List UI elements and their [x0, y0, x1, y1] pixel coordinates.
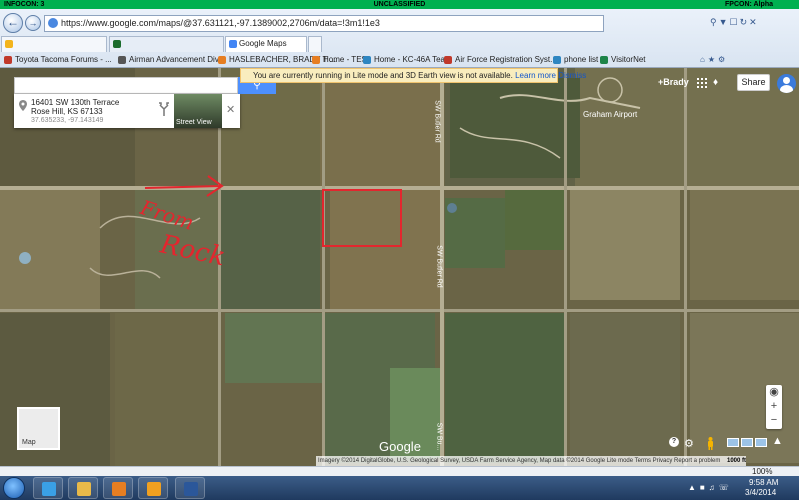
back-button[interactable]: ← [3, 13, 23, 33]
imagery-thumbnails-icon[interactable] [727, 438, 769, 447]
new-tab-button[interactable] [308, 36, 322, 52]
location-pin-icon [19, 100, 27, 111]
url-text: https://www.google.com/maps/@37.631121,-… [61, 18, 380, 28]
bookmark-icon [312, 56, 320, 64]
bookmark-icon [444, 56, 452, 64]
place-info-card[interactable]: 16401 SW 130th Terrace Rose Hill, KS 671… [14, 94, 240, 128]
classification-label: UNCLASSIFIED [373, 1, 426, 8]
explorer-taskbar-button[interactable] [68, 477, 98, 499]
road-label: SW Butler Rd [433, 100, 441, 143]
command-bar[interactable]: ⌂★⚙ [700, 53, 728, 67]
address-bar[interactable]: https://www.google.com/maps/@37.631121,-… [44, 15, 604, 32]
tab-google-maps[interactable]: Google Maps [225, 36, 307, 52]
bookmark-item[interactable]: Airman Advancement Div... [118, 53, 225, 67]
page-icon [5, 40, 13, 48]
road-label: SW Bu... [435, 422, 443, 451]
bookmark-icon [600, 56, 608, 64]
bookmark-item[interactable]: Home - KC-46A Team [363, 53, 452, 67]
pegman-icon[interactable] [706, 437, 715, 450]
my-location-icon[interactable]: ◉ [766, 385, 782, 399]
start-button[interactable] [3, 477, 25, 499]
close-icon[interactable]: ✕ [226, 103, 235, 116]
system-tray-icons[interactable]: ▲■♫☏ [688, 483, 733, 492]
google-logo: Google [379, 439, 421, 454]
portal-icon [113, 40, 121, 48]
internet-explorer-taskbar-button[interactable] [33, 477, 63, 499]
airport-label: Graham Airport [583, 110, 638, 119]
dismiss-link[interactable]: Dismiss [558, 71, 586, 80]
street-view-label: Street View [176, 119, 212, 126]
outlook-taskbar-button[interactable] [138, 477, 168, 499]
bookmark-icon [118, 56, 126, 64]
fpcon-label: FPCON: Alpha [725, 1, 773, 8]
address-line-2: Rose Hill, KS 67133 [31, 107, 103, 116]
clock-time[interactable]: 9:58 AM [749, 478, 778, 487]
windows-taskbar: ▲■♫☏ 9:58 AM 3/4/2014 [0, 476, 799, 500]
word-taskbar-button[interactable] [175, 477, 205, 499]
bookmark-item[interactable]: phone list [553, 53, 598, 67]
street-view-thumbnail[interactable]: Street View [174, 94, 222, 128]
lite-mode-banner: You are currently running in Lite mode a… [240, 68, 586, 83]
media-player-taskbar-button[interactable] [103, 477, 133, 499]
bookmark-icon [218, 56, 226, 64]
map-view-toggle[interactable]: Map [17, 407, 60, 450]
zoom-in-button[interactable]: + [766, 399, 782, 413]
internet-explorer-icon [42, 482, 56, 496]
site-icon [48, 18, 58, 28]
forward-button[interactable]: → [25, 15, 41, 31]
avatar[interactable] [777, 74, 796, 93]
apps-grid-icon[interactable] [697, 78, 707, 88]
bookmarks-bar: Toyota Tacoma Forums - ... Airman Advanc… [0, 53, 799, 67]
share-button[interactable]: Share [737, 74, 770, 91]
help-icon[interactable]: ? [669, 437, 679, 447]
clock-date[interactable]: 3/4/2014 [745, 488, 776, 497]
search-input[interactable] [14, 77, 238, 94]
bookmark-item[interactable]: Home - TES [312, 53, 367, 67]
road-label: SW Butler Rd [435, 245, 443, 288]
notifications-bell-icon[interactable]: ♦ [713, 77, 718, 88]
attribution-bar: Imagery ©2014 DigitalGlobe, U.S. Geologi… [316, 456, 746, 466]
google-icon [229, 40, 237, 48]
classification-bar: INFOCON: 3 UNCLASSIFIED FPCON: Alpha [0, 0, 799, 9]
bookmark-item[interactable]: Toyota Tacoma Forums - ... [4, 53, 112, 67]
coordinates: 37.635233, -97.143149 [31, 117, 104, 124]
word-icon [184, 482, 198, 496]
bookmark-item[interactable]: Air Force Registration Syst... [444, 53, 557, 67]
map-toggle-label: Map [22, 439, 36, 446]
tab-portal[interactable] [109, 36, 224, 52]
bookmark-icon [363, 56, 371, 64]
zoom-control: ◉ + − [766, 385, 782, 429]
address-line-1: 16401 SW 130th Terrace [31, 98, 120, 107]
expand-icon[interactable]: ▲ [772, 435, 783, 447]
user-name-link[interactable]: +Brady [658, 77, 689, 87]
outlook-icon [147, 482, 161, 496]
learn-more-link[interactable]: Learn more [515, 71, 556, 80]
address-bar-icons[interactable]: ⚲▼☐↻✕ [710, 17, 759, 28]
bookmark-item[interactable]: VisitorNet [600, 53, 646, 67]
bookmark-icon [553, 56, 561, 64]
zoom-out-button[interactable]: − [766, 413, 782, 427]
lite-banner-text: You are currently running in Lite mode a… [253, 71, 513, 80]
folder-icon [77, 482, 91, 496]
tab-new-page[interactable] [1, 36, 107, 52]
directions-icon[interactable] [158, 102, 170, 116]
scale-label: 1000 ft [727, 458, 747, 464]
gear-icon[interactable]: ⚙ [684, 437, 694, 450]
browser-status-bar: 100% [0, 466, 799, 476]
media-player-icon [112, 482, 126, 496]
bookmark-icon [4, 56, 12, 64]
browser-chrome: ← → https://www.google.com/maps/@37.6311… [0, 9, 799, 68]
